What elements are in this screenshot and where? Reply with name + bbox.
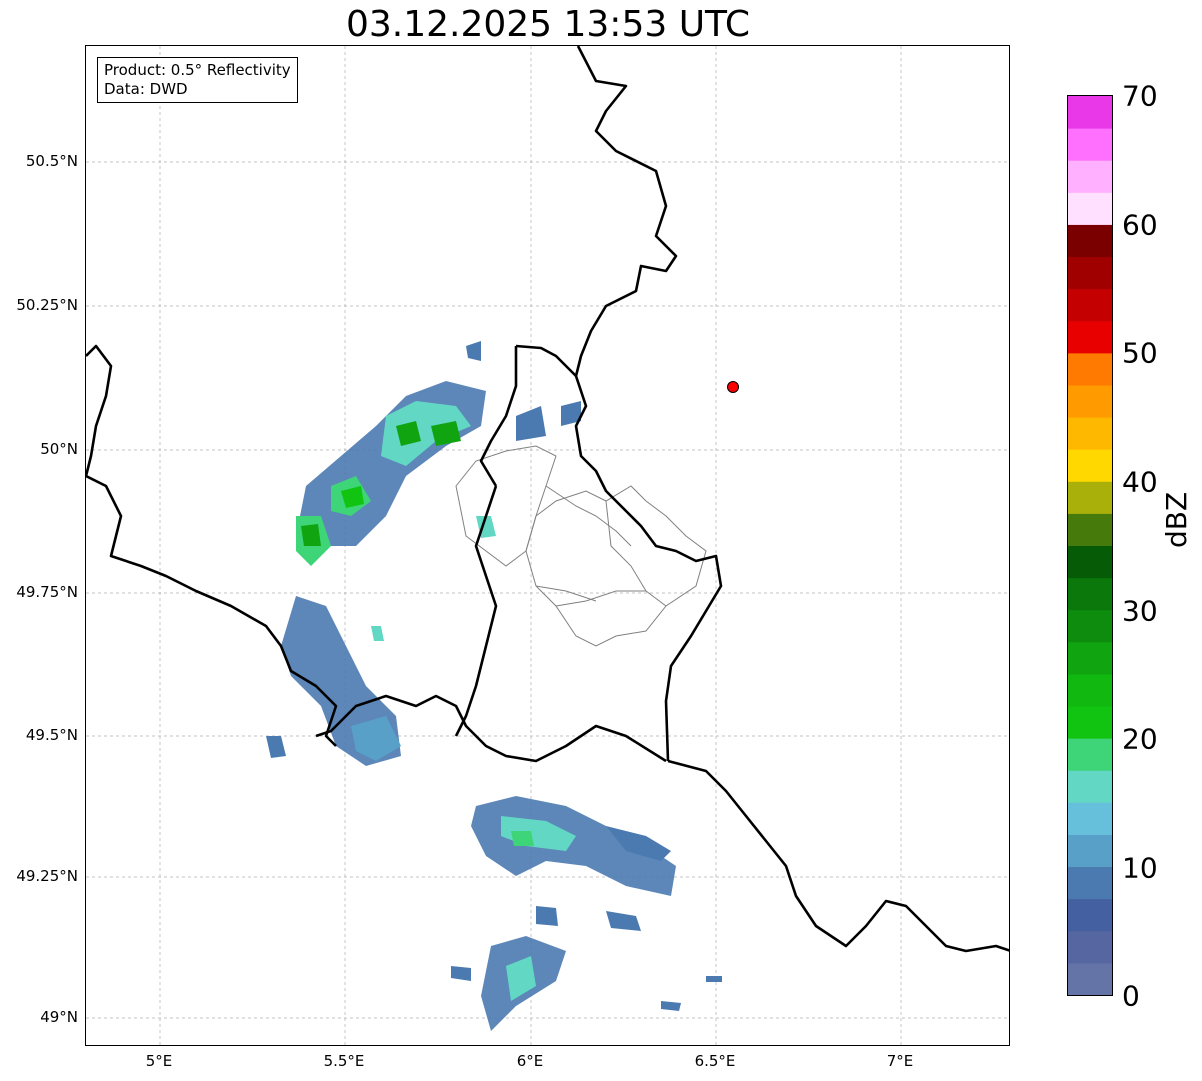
colorbar-swatch [1068, 770, 1112, 803]
colorbar-swatch [1068, 288, 1112, 322]
colorbar-swatch [1068, 545, 1112, 579]
product-label: Product: 0.5° Reflectivity [104, 61, 291, 79]
colorbar-swatch [1068, 384, 1112, 418]
colorbar-tick: 20 [1122, 722, 1158, 756]
colorbar-tick: 0 [1122, 979, 1140, 1013]
colorbar-swatch [1068, 417, 1112, 450]
colorbar-swatch [1068, 898, 1112, 932]
colorbar-swatch [1068, 609, 1112, 643]
colorbar-swatch [1068, 96, 1112, 129]
colorbar-swatch [1068, 834, 1112, 868]
colorbar-swatch [1068, 930, 1112, 964]
colorbar-swatch [1068, 673, 1112, 707]
colorbar-swatch [1068, 128, 1112, 161]
colorbar-swatch [1068, 962, 1112, 996]
lat-tick: 50.25°N [16, 296, 78, 314]
colorbar-swatch [1068, 738, 1112, 771]
lat-tick: 50°N [40, 440, 78, 458]
colorbar-swatch [1068, 192, 1112, 225]
colorbar-tick: 50 [1122, 336, 1158, 370]
colorbar-swatch [1068, 513, 1112, 546]
radar-station-marker[interactable] [727, 381, 739, 393]
lon-tick: 6°E [516, 1052, 544, 1070]
lat-tick: 49°N [40, 1008, 78, 1026]
colorbar-swatch [1068, 706, 1112, 739]
colorbar-tick: 70 [1122, 79, 1158, 113]
colorbar-swatch [1068, 449, 1112, 482]
colorbar-swatch [1068, 641, 1112, 675]
colorbar-tick: 30 [1122, 594, 1158, 628]
colorbar-swatches [1068, 96, 1112, 996]
colorbar-tick: 60 [1122, 208, 1158, 242]
colorbar-swatch [1068, 256, 1112, 290]
lon-tick: 7°E [886, 1052, 914, 1070]
lat-tick: 50.5°N [25, 152, 78, 170]
colorbar-swatch [1068, 577, 1112, 611]
colorbar-swatch [1068, 224, 1112, 258]
lat-tick: 49.5°N [25, 726, 78, 744]
map-title: 03.12.2025 13:53 UTC [345, 4, 751, 45]
colorbar-swatch [1068, 481, 1112, 514]
data-source-label: Data: DWD [104, 80, 188, 98]
lon-tick: 5.5°E [323, 1052, 365, 1070]
lon-tick: 5°E [145, 1052, 173, 1070]
colorbar-swatch [1068, 866, 1112, 900]
colorbar-tick: 40 [1122, 465, 1158, 499]
colorbar-tick: 10 [1122, 851, 1158, 885]
lon-tick: 6.5°E [694, 1052, 736, 1070]
colorbar [1067, 95, 1113, 996]
colorbar-swatch [1068, 320, 1112, 354]
map-canvas [86, 46, 1009, 1045]
radar-echoes [266, 341, 722, 1031]
lat-tick: 49.25°N [16, 867, 78, 885]
gridlines [86, 46, 1009, 1045]
colorbar-swatch [1068, 802, 1112, 835]
radar-map[interactable] [85, 45, 1010, 1046]
product-info-box: Product: 0.5° Reflectivity Data: DWD [97, 57, 298, 103]
lat-tick: 49.75°N [16, 583, 78, 601]
colorbar-label: dBZ [1160, 491, 1193, 548]
colorbar-swatch [1068, 352, 1112, 386]
colorbar-swatch [1068, 160, 1112, 193]
